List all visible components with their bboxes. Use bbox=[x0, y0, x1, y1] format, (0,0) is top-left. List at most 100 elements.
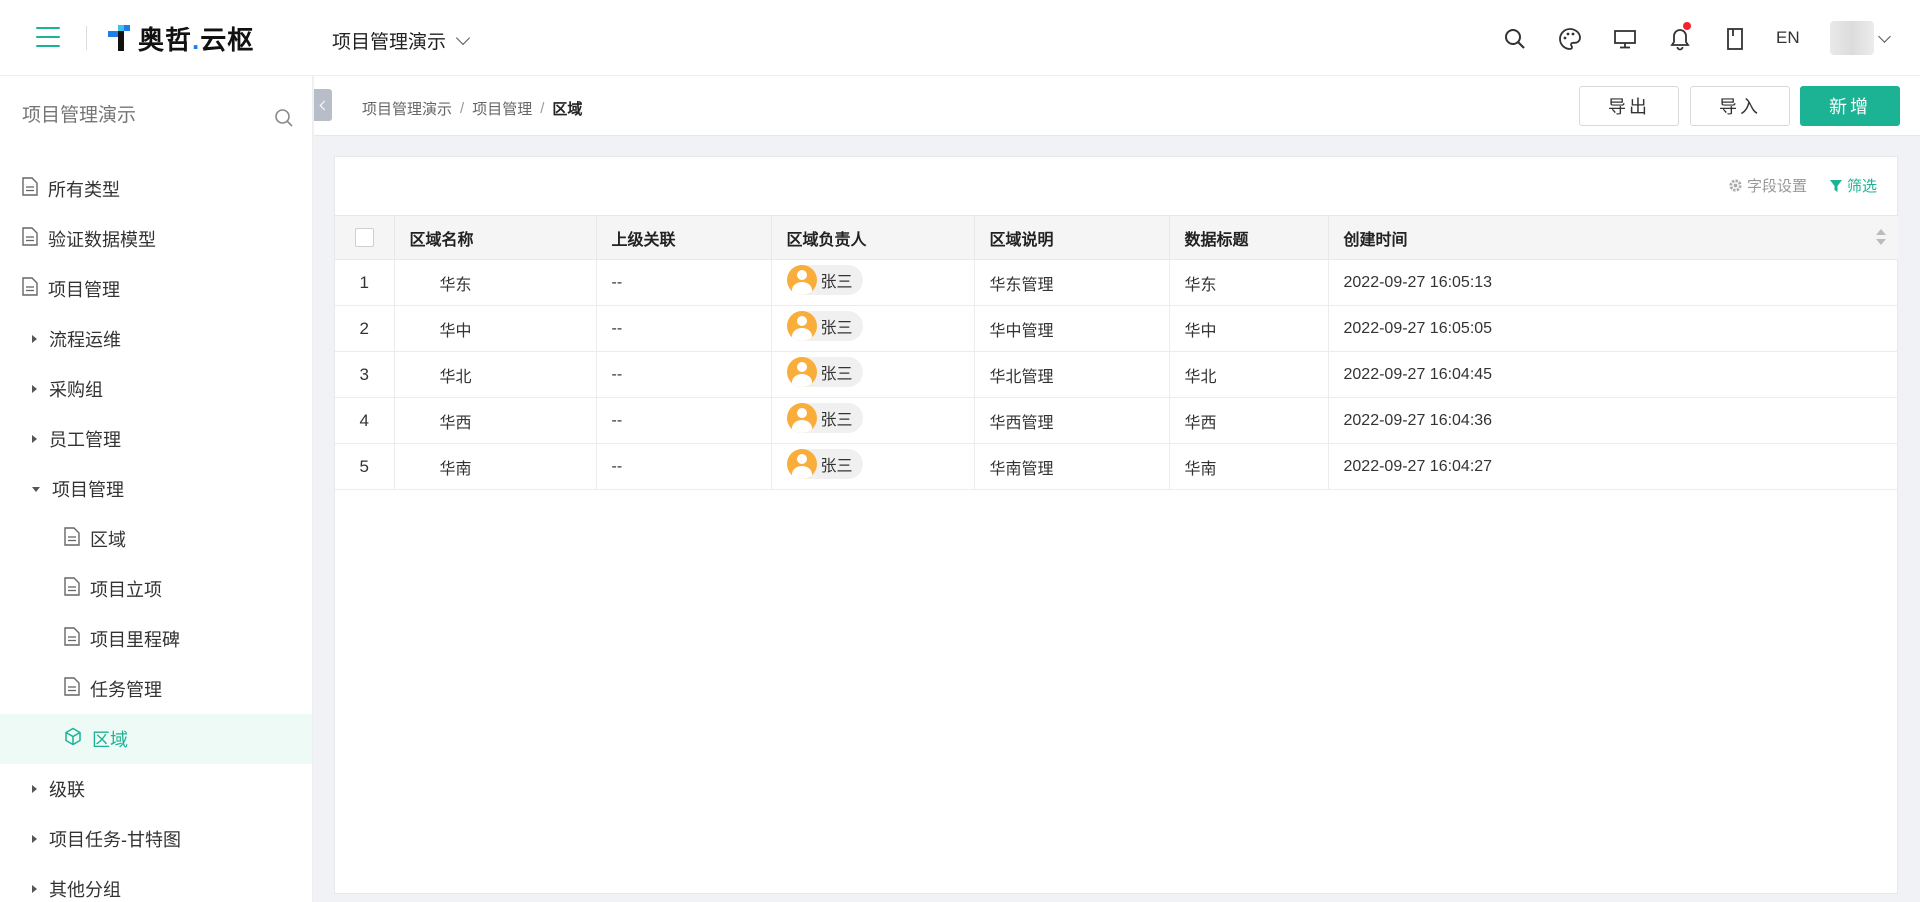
document-icon bbox=[22, 277, 38, 301]
cell-region-name[interactable]: 华西 bbox=[394, 397, 597, 444]
user-avatar-icon bbox=[786, 311, 817, 341]
cell-parent: -- bbox=[596, 351, 772, 398]
import-button[interactable]: 导入 bbox=[1690, 86, 1790, 126]
column-header[interactable]: 区域说明 bbox=[974, 215, 1170, 260]
caret-right-icon bbox=[32, 335, 37, 343]
select-all-checkbox[interactable] bbox=[354, 228, 374, 247]
filter-icon bbox=[1829, 179, 1842, 192]
cell-region-name[interactable]: 华北 bbox=[394, 351, 597, 398]
table-row[interactable]: 4 华西 -- 张三 华西管理 华西 2022-09-27 16:04:36 bbox=[335, 397, 1898, 444]
row-index: 3 bbox=[335, 351, 395, 398]
sidebar-item-region-active[interactable]: 区域 bbox=[0, 714, 312, 764]
notification-bell-icon[interactable] bbox=[1665, 22, 1695, 54]
cell-created: 2022-09-27 16:04:36 bbox=[1328, 397, 1898, 444]
breadcrumb-item[interactable]: 项目管理 bbox=[472, 98, 532, 119]
breadcrumb-separator: / bbox=[540, 100, 545, 117]
sidebar-group-others[interactable]: 其他分组 bbox=[0, 864, 312, 902]
user-chip[interactable]: 张三 bbox=[786, 449, 863, 479]
row-index: 1 bbox=[335, 259, 395, 306]
cell-region-name[interactable]: 华东 bbox=[394, 259, 597, 306]
cell-data-title: 华西 bbox=[1169, 397, 1329, 444]
table-row[interactable]: 1 华东 -- 张三 华东管理 华东 2022-09-27 16:05:13 bbox=[335, 259, 1898, 306]
user-avatar[interactable] bbox=[1830, 21, 1874, 55]
cell-description: 华南管理 bbox=[974, 443, 1170, 490]
search-icon[interactable] bbox=[1500, 24, 1530, 54]
chevron-left-icon bbox=[319, 100, 330, 110]
user-chip[interactable]: 张三 bbox=[786, 403, 863, 433]
logo-text: 奥哲.云枢 bbox=[138, 24, 255, 55]
cell-parent: -- bbox=[596, 397, 772, 444]
chevron-down-icon[interactable] bbox=[1878, 30, 1891, 43]
sidebar-collapse-button[interactable] bbox=[314, 89, 332, 121]
caret-right-icon bbox=[32, 385, 37, 393]
row-index: 2 bbox=[335, 305, 395, 352]
cell-data-title: 华北 bbox=[1169, 351, 1329, 398]
cell-created: 2022-09-27 16:05:13 bbox=[1328, 259, 1898, 306]
export-button[interactable]: 导出 bbox=[1579, 86, 1679, 126]
column-header[interactable]: 上级关联 bbox=[596, 215, 772, 260]
cell-description: 华东管理 bbox=[974, 259, 1170, 306]
sidebar-item-label: 项目里程碑 bbox=[90, 630, 180, 650]
column-header[interactable]: 区域负责人 bbox=[771, 215, 975, 260]
breadcrumb: 项目管理演示 / 项目管理 / 区域 bbox=[362, 98, 582, 119]
cell-parent: -- bbox=[596, 443, 772, 490]
field-settings-button[interactable]: 字段设置 bbox=[1728, 175, 1807, 196]
sidebar-item-project-initiation[interactable]: 项目立项 bbox=[0, 564, 312, 614]
sidebar-group-gantt[interactable]: 项目任务-甘特图 bbox=[0, 814, 312, 864]
cell-region-name[interactable]: 华中 bbox=[394, 305, 597, 352]
user-chip[interactable]: 张三 bbox=[786, 265, 863, 295]
document-icon bbox=[64, 527, 80, 551]
cell-created: 2022-09-27 16:04:27 bbox=[1328, 443, 1898, 490]
sidebar-item-label: 项目任务-甘特图 bbox=[49, 830, 181, 850]
logo-mark-icon bbox=[108, 25, 134, 51]
column-header[interactable]: 区域名称 bbox=[394, 215, 597, 260]
data-card: 字段设置 筛选 区域名称 上级关联 区域负责人 区域说明 数据标题 创建时间 1 bbox=[334, 156, 1898, 894]
row-index: 5 bbox=[335, 443, 395, 490]
column-header[interactable]: 数据标题 bbox=[1169, 215, 1329, 260]
sidebar-group-cascade[interactable]: 级联 bbox=[0, 764, 312, 814]
document-icon bbox=[64, 677, 80, 701]
table-row[interactable]: 3 华北 -- 张三 华北管理 华北 2022-09-27 16:04:45 bbox=[335, 351, 1898, 398]
project-switcher[interactable]: 项目管理演示 bbox=[332, 27, 471, 54]
breadcrumb-item[interactable]: 项目管理演示 bbox=[362, 98, 452, 119]
monitor-icon[interactable] bbox=[1610, 24, 1640, 54]
sidebar-group-employees[interactable]: 员工管理 bbox=[0, 414, 312, 464]
sidebar-item-task-management[interactable]: 任务管理 bbox=[0, 664, 312, 714]
table-row[interactable]: 2 华中 -- 张三 华中管理 华中 2022-09-27 16:05:05 bbox=[335, 305, 1898, 352]
language-switch[interactable]: EN bbox=[1776, 28, 1800, 48]
palette-icon[interactable] bbox=[1555, 24, 1585, 54]
filter-button[interactable]: 筛选 bbox=[1829, 175, 1877, 196]
top-header: 奥哲.云枢 项目管理演示 EN bbox=[0, 0, 1920, 76]
search-icon[interactable] bbox=[274, 108, 294, 133]
sidebar-item-label: 员工管理 bbox=[49, 430, 121, 450]
column-header-created[interactable]: 创建时间 bbox=[1328, 215, 1898, 260]
sidebar-group-project-management[interactable]: 项目管理 bbox=[0, 464, 312, 514]
caret-right-icon bbox=[32, 785, 37, 793]
sidebar-search[interactable] bbox=[20, 104, 294, 136]
menu-toggle-icon[interactable] bbox=[36, 27, 60, 49]
add-button[interactable]: 新增 bbox=[1800, 86, 1900, 126]
sidebar-item-project-management[interactable]: 项目管理 bbox=[0, 264, 312, 314]
sidebar-group-process-ops[interactable]: 流程运维 bbox=[0, 314, 312, 364]
user-avatar-icon bbox=[786, 449, 817, 479]
user-name: 张三 bbox=[820, 320, 853, 337]
gear-icon bbox=[1729, 179, 1742, 192]
user-chip[interactable]: 张三 bbox=[786, 311, 863, 341]
book-icon[interactable] bbox=[1720, 24, 1750, 54]
sidebar-search-input[interactable] bbox=[20, 104, 254, 128]
sidebar-group-purchasing[interactable]: 采购组 bbox=[0, 364, 312, 414]
chevron-down-icon bbox=[455, 30, 471, 45]
sidebar-item-all-types[interactable]: 所有类型 bbox=[0, 164, 312, 214]
cell-region-name[interactable]: 华南 bbox=[394, 443, 597, 490]
user-chip[interactable]: 张三 bbox=[786, 357, 863, 387]
cell-description: 华中管理 bbox=[974, 305, 1170, 352]
row-index: 4 bbox=[335, 397, 395, 444]
table-row[interactable]: 5 华南 -- 张三 华南管理 华南 2022-09-27 16:04:27 bbox=[335, 443, 1898, 490]
sidebar-item-validate-model[interactable]: 验证数据模型 bbox=[0, 214, 312, 264]
sort-icon[interactable] bbox=[1876, 229, 1886, 247]
user-avatar-icon bbox=[786, 357, 817, 387]
user-name: 张三 bbox=[820, 366, 853, 383]
sidebar-item-label: 任务管理 bbox=[90, 680, 162, 700]
sidebar-item-milestones[interactable]: 项目里程碑 bbox=[0, 614, 312, 664]
sidebar-item-region-form[interactable]: 区域 bbox=[0, 514, 312, 564]
